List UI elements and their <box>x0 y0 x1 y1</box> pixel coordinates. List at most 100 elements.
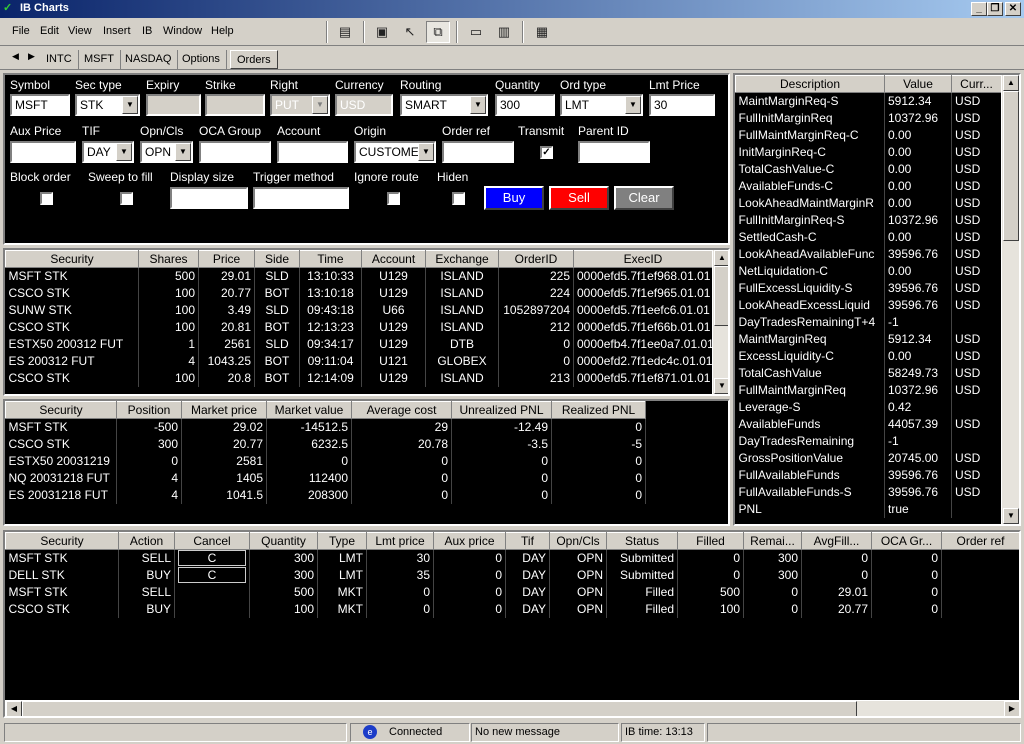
orders-col-header[interactable]: AvgFill... <box>801 532 872 550</box>
executions-col-header[interactable]: Shares <box>138 250 199 268</box>
portfolio-col-header[interactable]: Security <box>5 401 117 419</box>
tab-nasdaq[interactable]: NASDAQ <box>119 50 179 69</box>
block-order-checkbox[interactable] <box>40 192 53 205</box>
chevron-down-icon[interactable]: ▼ <box>470 96 486 114</box>
account-row[interactable]: DayTradesRemainingT+4 -1 <box>735 313 1002 331</box>
properties-icon[interactable]: ▦ <box>530 21 554 43</box>
portfolio-row[interactable]: CSCO STK 300 20.77 6232.5 20.78 -3.5 -5 <box>5 435 646 453</box>
executions-col-header[interactable]: Account <box>361 250 426 268</box>
account-row[interactable]: LookAheadExcessLiquid 39596.76 USD <box>735 296 1002 314</box>
executions-col-header[interactable]: Security <box>5 250 139 268</box>
chart-window-icon[interactable]: ▣ <box>370 21 394 43</box>
scroll-left-icon[interactable]: ◀ <box>6 701 22 716</box>
close-button[interactable]: ✕ <box>1005 2 1021 16</box>
cascade-windows-icon[interactable]: ⧉ <box>426 21 450 43</box>
tab-next-arrow-icon[interactable]: ▶ <box>28 51 35 62</box>
opn-cls-select[interactable]: OPN ▼ <box>140 141 193 163</box>
menu-help[interactable]: Help <box>211 25 234 37</box>
window-layout-icon[interactable]: ▭ <box>464 21 488 43</box>
account-row[interactable]: SettledCash-C 0.00 USD <box>735 228 1002 246</box>
menu-window[interactable]: Window <box>163 25 202 37</box>
orders-col-header[interactable]: Action <box>118 532 175 550</box>
account-row[interactable]: TotalCashValue-C 0.00 USD <box>735 160 1002 178</box>
account-row[interactable]: AvailableFunds-C 0.00 USD <box>735 177 1002 195</box>
chevron-down-icon[interactable]: ▼ <box>418 143 434 161</box>
order-ticket-icon[interactable]: ▤ <box>333 21 357 43</box>
account-row[interactable]: LookAheadMaintMarginR 0.00 USD <box>735 194 1002 212</box>
executions-col-header[interactable]: ExecID <box>573 250 713 268</box>
scroll-thumb[interactable] <box>714 266 728 326</box>
account-row[interactable]: GrossPositionValue 20745.00 USD <box>735 449 1002 467</box>
portfolio-col-header[interactable]: Market price <box>181 401 267 419</box>
account-row[interactable]: AvailableFunds 44057.39 USD <box>735 415 1002 433</box>
transmit-checkbox[interactable]: ✓ <box>540 146 553 159</box>
portfolio-col-header[interactable]: Average cost <box>351 401 452 419</box>
menu-ib[interactable]: IB <box>142 25 152 37</box>
account-row[interactable]: MaintMarginReq 5912.34 USD <box>735 330 1002 348</box>
account-row[interactable]: DayTradesRemaining -1 <box>735 432 1002 450</box>
account-row[interactable]: ExcessLiquidity-C 0.00 USD <box>735 347 1002 365</box>
executions-row[interactable]: SUNW STK 100 3.49 SLD 09:43:18 U66 ISLAND 10528… <box>5 301 713 319</box>
scroll-down-icon[interactable]: ▼ <box>1003 508 1019 524</box>
draw-tool-icon[interactable]: ↖ <box>398 21 422 43</box>
account-col-header[interactable]: Value <box>884 75 952 93</box>
portfolio-col-header[interactable]: Market value <box>266 401 352 419</box>
sell-button[interactable]: Sell <box>549 186 609 210</box>
account-row[interactable]: FullInitMarginReq-S 10372.96 USD <box>735 211 1002 229</box>
portfolio-row[interactable]: ES 20031218 FUT 4 1041.5 208300 0 0 0 <box>5 486 646 504</box>
menu-insert[interactable]: Insert <box>103 25 131 37</box>
executions-col-header[interactable]: OrderID <box>498 250 574 268</box>
orders-col-header[interactable]: Status <box>606 532 678 550</box>
orders-col-header[interactable]: Order ref <box>941 532 1019 550</box>
account-col-header[interactable]: Description <box>735 75 885 93</box>
sweep-to-fill-checkbox[interactable] <box>120 192 133 205</box>
executions-row[interactable]: MSFT STK 500 29.01 SLD 13:10:33 U129 ISLAND 225… <box>5 267 713 285</box>
menu-edit[interactable]: Edit <box>40 25 59 37</box>
portfolio-row[interactable]: ESTX50 20031219 0 2581 0 0 0 0 <box>5 452 646 470</box>
executions-row[interactable]: ES 200312 FUT 4 1043.25 BOT 09:11:04 U121 GLOB… <box>5 352 713 370</box>
account-row[interactable]: InitMarginReq-C 0.00 USD <box>735 143 1002 161</box>
orders-col-header[interactable]: Opn/Cls <box>549 532 607 550</box>
restore-button[interactable]: ❐ <box>987 2 1003 16</box>
buy-button[interactable]: Buy <box>484 186 544 210</box>
orders-col-header[interactable]: Lmt price <box>366 532 434 550</box>
menu-view[interactable]: View <box>68 25 92 37</box>
chevron-down-icon[interactable]: ▼ <box>175 143 191 161</box>
orders-row[interactable]: CSCO STK BUY 100 MKT 0 0 DAY OPN Filled 100 0 20.77… <box>5 600 1019 618</box>
chevron-down-icon[interactable]: ▼ <box>116 143 132 161</box>
orders-col-header[interactable]: Cancel <box>174 532 250 550</box>
account-row[interactable]: FullInitMarginReq 10372.96 USD <box>735 109 1002 127</box>
clear-button[interactable]: Clear <box>614 186 674 210</box>
sec-type-select[interactable]: STK ▼ <box>75 94 140 116</box>
tab-prev-arrow-icon[interactable]: ◀ <box>12 51 19 62</box>
chevron-down-icon[interactable]: ▼ <box>122 96 138 114</box>
executions-col-header[interactable]: Side <box>254 250 300 268</box>
account-row[interactable]: FullAvailableFunds-S 39596.76 USD <box>735 483 1002 501</box>
executions-col-header[interactable]: Price <box>198 250 255 268</box>
trigger-method-input[interactable] <box>253 187 349 209</box>
quantity-input[interactable]: 300 <box>495 94 555 116</box>
ignore-route-checkbox[interactable] <box>387 192 400 205</box>
portfolio-col-header[interactable]: Position <box>116 401 182 419</box>
display-size-input[interactable] <box>170 187 248 209</box>
orders-row[interactable]: DELL STK BUY C 300 LMT 35 0 DAY OPN Submitted 0 300… <box>5 566 1019 584</box>
tab-options[interactable]: Options <box>176 50 227 69</box>
cancel-order-button[interactable]: C <box>178 567 246 583</box>
executions-row[interactable]: CSCO STK 100 20.81 BOT 12:13:23 U129 ISLAND 212… <box>5 318 713 336</box>
order-ref-input[interactable] <box>442 141 514 163</box>
executions-col-header[interactable]: Exchange <box>425 250 499 268</box>
portfolio-row[interactable]: NQ 20031218 FUT 4 1405 112400 0 0 0 <box>5 469 646 487</box>
scroll-up-icon[interactable]: ▲ <box>1003 75 1019 91</box>
lmt-price-input[interactable]: 30 <box>649 94 715 116</box>
minimize-button[interactable]: _ <box>971 2 987 16</box>
account-row[interactable]: Leverage-S 0.42 <box>735 398 1002 416</box>
account-row[interactable]: LookAheadAvailableFunc 39596.76 USD <box>735 245 1002 263</box>
executions-scrollbar[interactable]: ▲ ▼ <box>712 250 728 394</box>
account-row[interactable]: FullMaintMarginReq 10372.96 USD <box>735 381 1002 399</box>
chevron-down-icon[interactable]: ▼ <box>625 96 641 114</box>
tab-msft[interactable]: MSFT <box>78 50 121 69</box>
orders-col-header[interactable]: Tif <box>505 532 550 550</box>
tab-orders[interactable]: Orders <box>230 50 278 69</box>
account-row[interactable]: FullExcessLiquidity-S 39596.76 USD <box>735 279 1002 297</box>
executions-row[interactable]: CSCO STK 100 20.8 BOT 12:14:09 U129 ISLAND 213 0… <box>5 369 713 387</box>
